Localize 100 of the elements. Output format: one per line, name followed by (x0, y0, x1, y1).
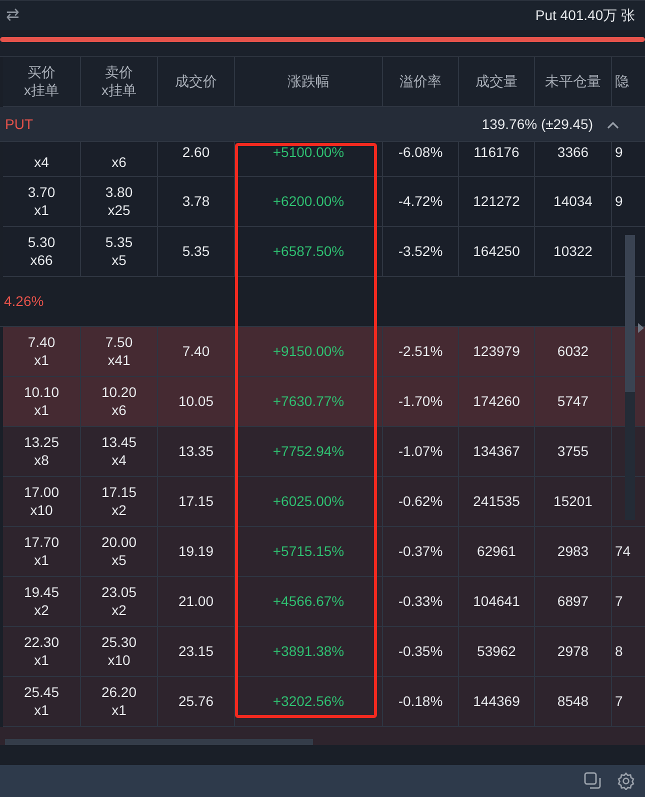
bid-price: 17.70 (24, 534, 60, 552)
volume: 104641 (473, 592, 520, 610)
open-interest: 15201 (554, 492, 592, 510)
ask-price: 7.50 (105, 334, 133, 352)
last-price: 25.76 (178, 692, 214, 710)
last-price: 10.05 (178, 392, 214, 410)
ask-quantity: x10 (108, 652, 130, 669)
ask-quantity: x6 (112, 154, 126, 171)
column-header[interactable]: 隐 (612, 57, 645, 106)
last-price: 19.19 (178, 542, 214, 560)
column-header[interactable]: 成交量 (459, 57, 535, 106)
ask-quantity: x1 (112, 702, 126, 719)
change-percent: +3202.56% (272, 692, 344, 710)
bid-price: 22.30 (24, 634, 60, 652)
premium-rate: -6.08% (398, 144, 443, 162)
bid-quantity: x2 (34, 602, 49, 619)
volume: 123979 (473, 342, 520, 360)
volume: 53962 (477, 642, 516, 660)
last-price: 2.60 (182, 144, 210, 162)
column-header[interactable]: 卖价 x挂单 (81, 57, 158, 106)
last-price: 5.35 (182, 242, 210, 260)
scrollbar[interactable] (625, 235, 635, 520)
last-price: 23.15 (178, 642, 214, 660)
cut-value: 7 (615, 592, 623, 610)
ask-price: 26.20 (101, 684, 137, 702)
column-header[interactable]: 未平仓量 (535, 57, 612, 106)
ask-quantity: x25 (108, 202, 130, 219)
ask-quantity: x4 (112, 452, 126, 469)
column-header[interactable]: 溢价率 (383, 57, 459, 106)
open-interest: 6897 (557, 592, 589, 610)
open-interest: 2978 (557, 642, 589, 660)
bid-price: 5.30 (28, 234, 56, 252)
change-percent: +6587.50% (272, 242, 344, 260)
ask-price: 10.20 (101, 384, 137, 402)
premium-rate: -1.07% (398, 442, 443, 460)
bid-price: 3.70 (28, 184, 56, 202)
volume: 241535 (473, 492, 520, 510)
scrollbar[interactable] (5, 739, 313, 745)
volume: 121272 (473, 192, 520, 210)
change-percent: +3891.38% (272, 642, 344, 660)
strike-ratio: 4.26% (4, 292, 44, 311)
premium-rate: -0.33% (398, 592, 443, 610)
change-percent: +7630.77% (272, 392, 344, 410)
change-percent: +4566.67% (272, 592, 344, 610)
ask-price: 17.15 (101, 484, 137, 502)
column-header[interactable]: 成交价 (158, 57, 235, 106)
bid-quantity: x1 (34, 202, 49, 219)
change-percent: +6025.00% (272, 492, 344, 510)
open-interest: 5747 (557, 392, 589, 410)
last-price: 21.00 (178, 592, 214, 610)
open-interest: 8548 (557, 692, 589, 710)
ask-price: 20.00 (101, 534, 137, 552)
scroll-arrow-icon[interactable] (638, 323, 644, 333)
volume: 134367 (473, 442, 520, 460)
open-interest: 10322 (554, 242, 592, 260)
premium-rate: -0.62% (398, 492, 443, 510)
column-header[interactable]: 涨跌幅 (235, 57, 383, 106)
ask-price: 5.35 (105, 234, 133, 252)
premium-rate: -3.52% (398, 242, 443, 260)
open-interest: 6032 (557, 342, 589, 360)
group-label: PUT (5, 114, 33, 134)
copy-icon[interactable] (583, 771, 603, 791)
ask-price: 13.45 (101, 434, 137, 452)
ask-price: 23.05 (101, 584, 137, 602)
change-percent: +7752.94% (272, 442, 344, 460)
ask-quantity: x2 (112, 602, 126, 619)
bid-price: 13.25 (24, 434, 60, 452)
premium-rate: -4.72% (398, 192, 443, 210)
settings-icon[interactable] (617, 772, 635, 790)
change-percent: +5100.00% (272, 144, 344, 162)
bid-price: 25.45 (24, 684, 60, 702)
change-percent: +5715.15% (272, 542, 344, 560)
cut-value: 9 (615, 192, 623, 210)
premium-rate: -0.37% (398, 542, 443, 560)
change-percent: +9150.00% (272, 342, 344, 360)
last-price: 7.40 (182, 342, 210, 360)
ask-quantity: x5 (112, 252, 126, 269)
cut-value: 8 (615, 642, 623, 660)
swap-icon[interactable]: ⇄ (6, 4, 19, 28)
change-percent: +6200.00% (272, 192, 344, 210)
volume: 144369 (473, 692, 520, 710)
premium-rate: -0.35% (398, 642, 443, 660)
bid-quantity: x1 (34, 652, 49, 669)
cut-value: 74 (615, 542, 631, 560)
ask-price: 25.30 (101, 634, 137, 652)
bid-quantity: x1 (34, 702, 49, 719)
cut-value: 7 (615, 692, 623, 710)
column-header[interactable]: 买价 x挂单 (3, 57, 81, 106)
bid-quantity: x1 (34, 352, 49, 369)
bid-price: 19.45 (24, 584, 60, 602)
volume: 116176 (474, 144, 520, 162)
bid-quantity: x1 (34, 402, 49, 419)
cut-value: 9 (615, 144, 623, 162)
summary-text: Put 401.40万 张 (535, 6, 635, 25)
bid-quantity: x4 (34, 154, 49, 171)
volume: 62961 (477, 542, 516, 560)
ask-quantity: x6 (112, 402, 126, 419)
bid-quantity: x8 (34, 452, 49, 469)
ask-quantity: x41 (108, 352, 130, 369)
bid-quantity: x1 (34, 552, 49, 569)
